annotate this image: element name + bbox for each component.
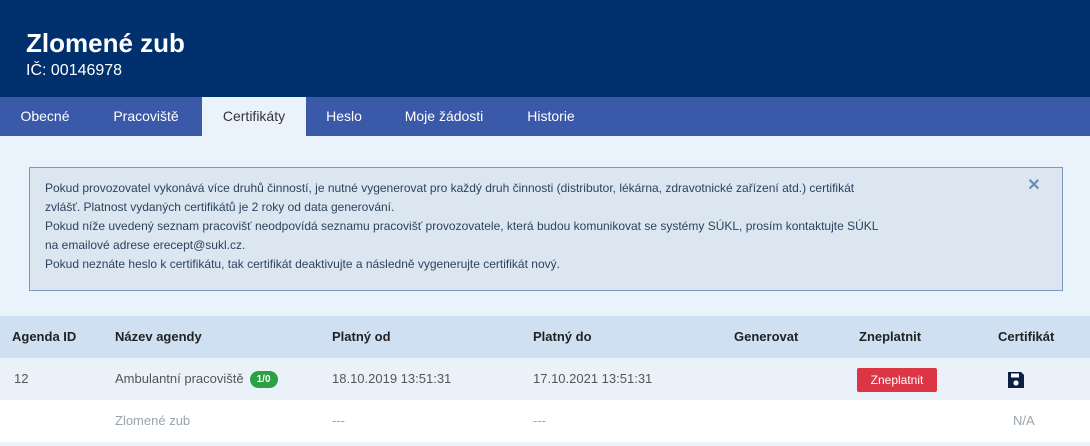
column-header-agenda-id: Agenda ID <box>12 329 77 344</box>
tab-navigation: Obecné Pracoviště Certifikáty Heslo Moje… <box>0 97 1090 136</box>
valid-to-cell: --- <box>533 413 546 428</box>
column-header-agenda-name: Název agendy <box>115 329 202 344</box>
tab-historie[interactable]: Historie <box>506 97 596 136</box>
column-header-valid-to: Platný do <box>533 329 592 344</box>
alert-line: Pokud neznáte heslo k certifikátu, tak c… <box>45 257 560 271</box>
valid-from-cell: 18.10.2019 13:51:31 <box>332 371 452 386</box>
close-icon[interactable]: ✕ <box>1026 178 1042 194</box>
agenda-name: Ambulantní pracoviště <box>115 371 244 386</box>
agenda-name-cell: Ambulantní pracoviště 1/0 <box>115 358 278 400</box>
valid-to-cell: 17.10.2021 13:51:31 <box>533 371 653 386</box>
tab-moje-zadosti[interactable]: Moje žádosti <box>382 97 506 136</box>
column-header-revoke: Zneplatnit <box>859 329 922 344</box>
table-row: 12 Ambulantní pracoviště 1/0 18.10.2019 1… <box>0 358 1090 400</box>
tab-heslo[interactable]: Heslo <box>306 97 382 136</box>
agenda-id-cell: 12 <box>14 371 29 386</box>
organization-ico: IČ: 00146978 <box>26 62 123 79</box>
alert-line: Pokud níže uvedený seznam pracovišť neod… <box>45 219 879 233</box>
alert-line: na emailové adrese erecept@sukl.cz. <box>45 238 246 252</box>
status-badge: 1/0 <box>249 371 278 388</box>
table-row: Zlomené zub --- --- N/A <box>0 400 1090 442</box>
tab-certifikaty[interactable]: Certifikáty <box>202 97 306 136</box>
organization-name: Zlomené zub <box>26 28 185 58</box>
table-row-spacer <box>0 442 1090 446</box>
column-header-generate: Generovat <box>734 329 799 344</box>
tab-pracoviste[interactable]: Pracoviště <box>90 97 202 136</box>
certificate-cell: N/A <box>1013 413 1035 428</box>
main-content: Pokud provozovatel vykonává více druhů č… <box>0 136 1090 446</box>
column-header-certificate: Certifikát <box>998 329 1055 344</box>
agenda-name-cell: Zlomené zub <box>115 413 191 428</box>
tab-obecne[interactable]: Obecné <box>0 97 90 136</box>
save-icon[interactable] <box>1006 370 1026 390</box>
table-header: Agenda ID Název agendy Platný od Platný … <box>0 316 1090 358</box>
alert-line: Pokud provozovatel vykonává více druhů č… <box>45 181 855 195</box>
column-header-valid-from: Platný od <box>332 329 391 344</box>
page-header: Zlomené zub IČ: 00146978 <box>0 0 1090 97</box>
revoke-button[interactable]: Zneplatnit <box>857 368 937 392</box>
alert-line: zvlášť. Platnost vydaných certifikátů je… <box>45 200 395 214</box>
info-alert: Pokud provozovatel vykonává více druhů č… <box>29 167 1063 291</box>
valid-from-cell: --- <box>332 413 345 428</box>
